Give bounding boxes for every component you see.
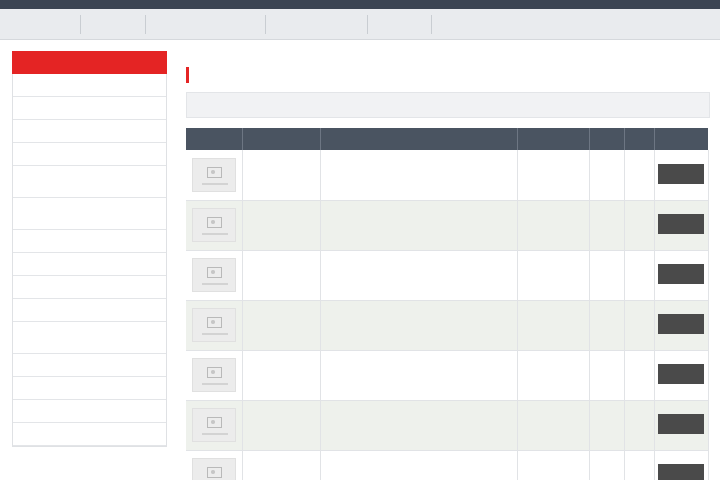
image-placeholder-icon [206, 217, 222, 228]
category-item[interactable] [13, 143, 166, 166]
image-placeholder-icon [206, 367, 222, 378]
column-header-code [242, 128, 321, 150]
category-sidebar [12, 51, 167, 480]
product-manufacturer [517, 250, 590, 301]
table-row [186, 300, 709, 351]
nav-divider [265, 15, 266, 34]
product-table [186, 128, 709, 480]
product-code [242, 400, 321, 451]
table-header-row [186, 128, 708, 150]
product-code [242, 300, 321, 351]
category-item[interactable] [13, 299, 166, 322]
category-list [12, 74, 167, 447]
product-thumbnail[interactable] [191, 358, 236, 392]
category-item[interactable] [13, 230, 166, 253]
product-manufacturer [517, 150, 590, 201]
category-item[interactable] [13, 198, 166, 230]
sidebar-title [12, 51, 167, 74]
product-price [624, 200, 655, 251]
column-header-action [654, 128, 708, 150]
category-item[interactable] [13, 322, 166, 354]
nav-item-5[interactable] [369, 9, 429, 40]
product-code [242, 150, 321, 201]
buy-button[interactable] [658, 464, 704, 480]
product-price [624, 300, 655, 351]
category-item[interactable] [13, 423, 166, 446]
product-code [242, 350, 321, 401]
category-item[interactable] [13, 74, 166, 97]
nav-item-2[interactable] [82, 9, 144, 40]
product-price [624, 450, 655, 480]
category-item[interactable] [13, 400, 166, 423]
product-price [624, 250, 655, 301]
product-code [242, 450, 321, 480]
image-placeholder-icon [206, 317, 222, 328]
title-accent-bar [186, 67, 189, 83]
buy-button[interactable] [658, 163, 704, 184]
product-thumbnail[interactable] [191, 458, 236, 480]
table-row [186, 450, 709, 480]
nav-divider [80, 15, 81, 34]
nav-divider [145, 15, 146, 34]
category-item[interactable] [13, 120, 166, 143]
product-manufacturer [517, 400, 590, 451]
product-thumbnail[interactable] [191, 258, 236, 292]
product-manufacturer [517, 200, 590, 251]
category-item[interactable] [13, 97, 166, 120]
product-manufacturer [517, 350, 590, 401]
column-header-price [624, 128, 655, 150]
main-nav [0, 9, 720, 40]
product-thumbnail[interactable] [191, 408, 236, 442]
buy-button[interactable] [658, 214, 704, 234]
buy-button[interactable] [658, 264, 704, 284]
product-thumbnail[interactable] [191, 157, 236, 192]
column-header-manufacturer [517, 128, 590, 150]
product-thumbnail[interactable] [191, 208, 236, 242]
product-manufacturer [517, 300, 590, 351]
table-row [186, 400, 709, 451]
product-quantity [589, 400, 625, 451]
product-price [624, 350, 655, 401]
product-quantity [589, 200, 625, 251]
buy-button[interactable] [658, 414, 704, 434]
product-quantity [589, 150, 625, 201]
product-code [242, 200, 321, 251]
nav-divider [367, 15, 368, 34]
product-quantity [589, 350, 625, 401]
nav-item-1[interactable] [14, 9, 80, 40]
category-item[interactable] [13, 166, 166, 198]
product-table-container [186, 128, 710, 480]
product-manufacturer [517, 450, 590, 480]
product-price [624, 150, 655, 201]
top-strip [0, 0, 720, 9]
nav-divider [431, 15, 432, 34]
product-quantity [589, 450, 625, 480]
table-row [186, 150, 709, 201]
column-header-quantity [589, 128, 625, 150]
breadcrumb [186, 52, 192, 62]
sort-bar [186, 92, 710, 118]
category-item[interactable] [13, 377, 166, 400]
buy-button[interactable] [658, 364, 704, 384]
product-code [242, 250, 321, 301]
image-placeholder-icon [206, 467, 222, 478]
category-item[interactable] [13, 276, 166, 299]
product-quantity [589, 300, 625, 351]
product-price [624, 400, 655, 451]
product-thumbnail[interactable] [191, 308, 236, 342]
column-header-name [320, 128, 518, 150]
nav-item-4[interactable] [267, 9, 365, 40]
column-header-photo [186, 128, 243, 150]
table-row [186, 200, 709, 251]
category-item[interactable] [13, 354, 166, 377]
buy-button[interactable] [658, 314, 704, 334]
category-item[interactable] [13, 253, 166, 276]
table-row [186, 250, 709, 301]
table-row [186, 350, 709, 401]
nav-item-3[interactable] [147, 9, 263, 40]
image-placeholder-icon [206, 166, 222, 178]
product-quantity [589, 250, 625, 301]
image-placeholder-icon [206, 267, 222, 278]
image-placeholder-icon [206, 417, 222, 428]
